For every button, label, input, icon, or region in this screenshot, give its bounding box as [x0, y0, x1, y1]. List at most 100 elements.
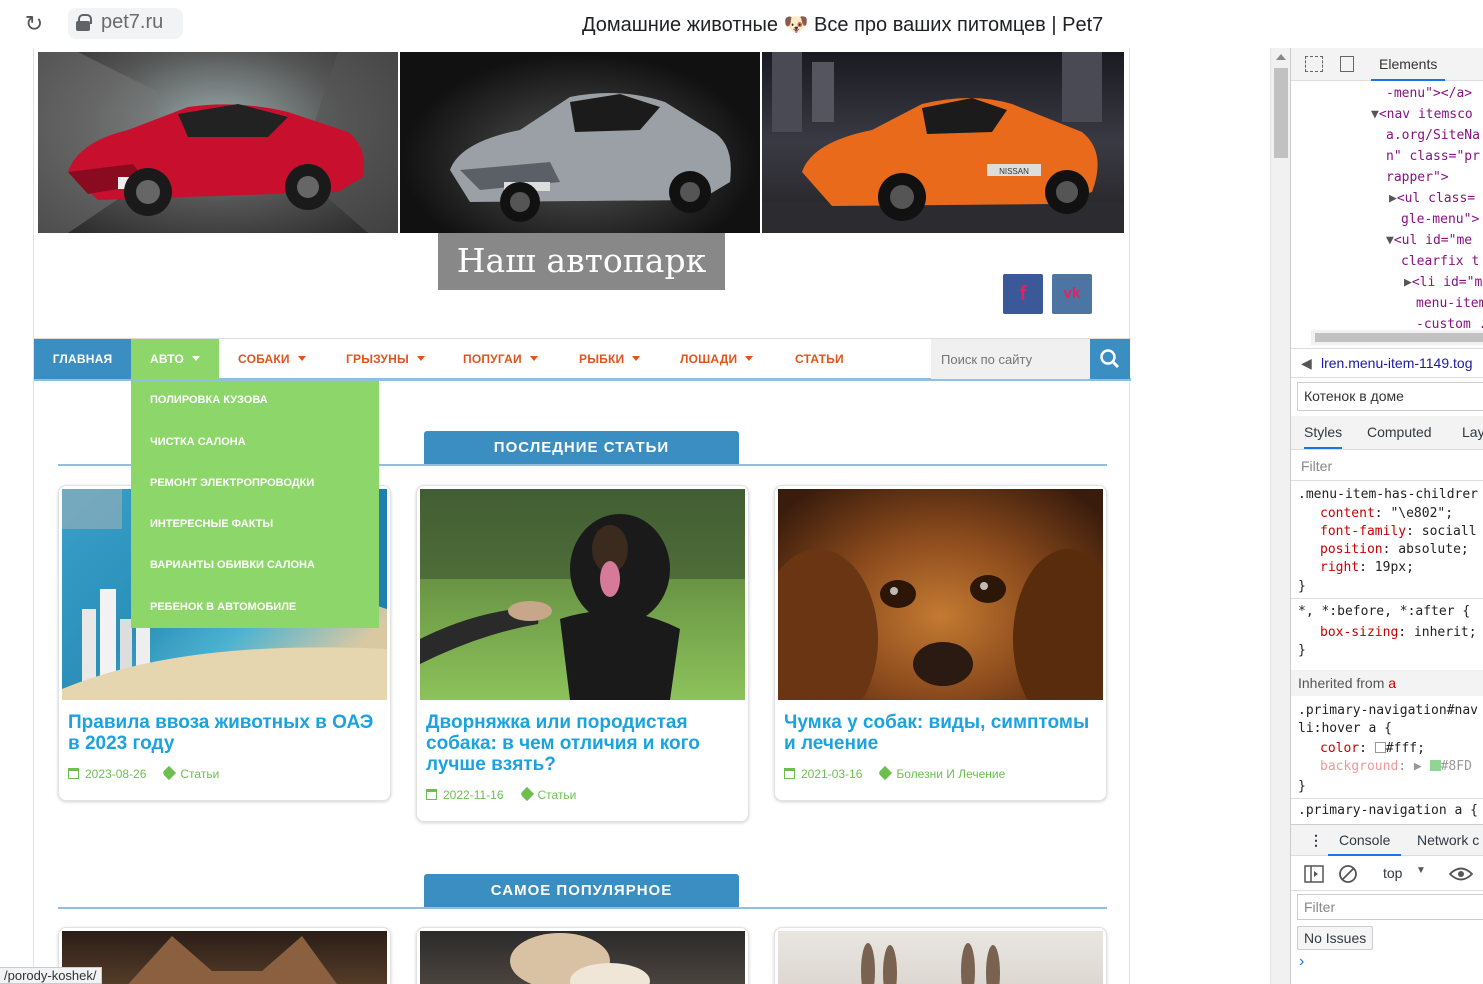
css-declaration[interactable]: right: 19px;: [1320, 559, 1414, 578]
dom-line[interactable]: ▶<li id="m: [1404, 273, 1482, 294]
chevron-down-icon[interactable]: ▼: [1416, 865, 1426, 876]
tab-console[interactable]: Console: [1328, 832, 1402, 856]
card-category[interactable]: Статьи: [538, 788, 577, 802]
devtools-panel: Elements -menu"></a> ▼<nav itemsco a.org…: [1290, 48, 1483, 984]
article-card[interactable]: [774, 927, 1107, 984]
styles-filter-input[interactable]: Filter: [1291, 452, 1483, 481]
eye-icon[interactable]: [1449, 866, 1473, 882]
inherited-element[interactable]: a: [1388, 675, 1396, 691]
collapse-arrow-icon[interactable]: ▶: [1404, 275, 1412, 290]
article-card[interactable]: Чумка у собак: виды, симптомы и лечение …: [774, 485, 1107, 801]
dom-line[interactable]: ▼<ul id="me: [1386, 231, 1472, 252]
article-card[interactable]: [58, 927, 391, 984]
dropdown-item[interactable]: Варианты обивки салона: [150, 555, 315, 575]
console-filter-input[interactable]: Filter: [1297, 894, 1483, 920]
tab-elements[interactable]: Elements: [1371, 48, 1446, 81]
css-declaration[interactable]: box-sizing: inherit;: [1320, 624, 1477, 643]
nav-fish[interactable]: Рыбки: [579, 339, 641, 379]
hscroll-thumb[interactable]: [1315, 333, 1483, 342]
css-declaration[interactable]: content: "\e802";: [1320, 505, 1453, 524]
article-card[interactable]: [416, 927, 749, 984]
card-category[interactable]: Статьи: [180, 767, 219, 781]
lock-icon[interactable]: [76, 14, 92, 31]
nav-home[interactable]: Главная: [34, 339, 131, 379]
dom-line[interactable]: gle-menu">: [1401, 210, 1479, 231]
css-selector[interactable]: *, *:before, *:after {: [1298, 603, 1470, 622]
tab-styles[interactable]: Styles: [1304, 424, 1343, 449]
css-declaration[interactable]: position: absolute;: [1320, 541, 1469, 560]
collapse-arrow-icon[interactable]: ▶: [1389, 191, 1397, 206]
nav-parrots[interactable]: Попугаи: [463, 339, 538, 379]
css-declaration[interactable]: font-family: sociall: [1320, 523, 1477, 542]
more-menu-icon[interactable]: ⋮: [1309, 832, 1323, 849]
card-category[interactable]: Болезни И Лечение: [896, 767, 1005, 781]
css-declaration[interactable]: color: #fff;: [1320, 740, 1425, 759]
card-date: 2021-03-16: [801, 767, 863, 781]
page-scrollbar[interactable]: [1270, 48, 1290, 984]
facebook-icon: f: [1019, 283, 1027, 305]
dom-line[interactable]: a.org/SiteNa: [1386, 126, 1480, 147]
dropdown-item[interactable]: Интересные факты: [150, 514, 273, 534]
dom-line[interactable]: clearfix t: [1401, 252, 1479, 273]
tab-computed[interactable]: Computed: [1367, 424, 1432, 440]
dom-breadcrumb[interactable]: ◀ lren.menu-item-1149.tog: [1291, 348, 1483, 378]
sidebar-toggle-icon[interactable]: [1304, 865, 1324, 883]
url-text[interactable]: pet7.ru: [101, 11, 163, 34]
latest-section-title: Последние статьи: [424, 431, 739, 464]
scroll-up-icon[interactable]: [1276, 54, 1286, 60]
reload-icon[interactable]: ↻: [20, 10, 48, 38]
console-prompt[interactable]: ›: [1299, 953, 1304, 971]
dom-search-input[interactable]: Котенок в доме: [1297, 382, 1483, 411]
tab-layout[interactable]: Lay: [1462, 424, 1483, 440]
device-toolbar-icon[interactable]: [1340, 56, 1354, 72]
card-title[interactable]: Дворняжка или породистая собака: в чем о…: [426, 712, 746, 775]
dropdown-item[interactable]: Ребенок в автомобиле: [150, 597, 296, 617]
issues-button[interactable]: No Issues: [1297, 926, 1374, 950]
tab-network[interactable]: Network c: [1417, 832, 1479, 848]
css-selector[interactable]: .menu-item-has-childrer: [1298, 486, 1478, 505]
expand-arrow-icon[interactable]: ▼: [1386, 233, 1394, 248]
article-card[interactable]: Дворняжка или породистая собака: в чем о…: [416, 485, 749, 822]
dom-line[interactable]: -menu"></a>: [1386, 84, 1472, 105]
nav-articles[interactable]: Статьи: [795, 339, 844, 379]
car-plate: NISSAN: [999, 167, 1029, 176]
css-selector[interactable]: li:hover a {: [1298, 720, 1392, 739]
chevron-left-icon[interactable]: ◀: [1301, 349, 1312, 377]
css-selector[interactable]: .primary-navigation a {: [1298, 802, 1478, 821]
dropdown-item[interactable]: Ремонт электропроводки: [150, 473, 314, 493]
context-selector[interactable]: top: [1383, 865, 1402, 881]
nav-auto[interactable]: Авто: [131, 339, 219, 379]
dom-hscrollbar[interactable]: [1311, 330, 1483, 345]
vk-button[interactable]: vk: [1052, 274, 1092, 314]
site-title[interactable]: Наш автопарк: [438, 241, 725, 280]
chevron-down-icon: [529, 356, 538, 361]
breadcrumb-text[interactable]: lren.menu-item-1149.tog: [1321, 355, 1472, 371]
page-title: Домашние животные 🐶 Все про ваших питомц…: [582, 14, 1104, 36]
dom-line[interactable]: menu-item: [1416, 294, 1483, 315]
facebook-button[interactable]: f: [1003, 274, 1043, 314]
dom-line[interactable]: ▶<ul class=: [1389, 189, 1475, 210]
card-title[interactable]: Правила ввоза животных в ОАЭ в 2023 году: [68, 712, 388, 754]
color-swatch-icon[interactable]: [1374, 742, 1386, 753]
dom-line[interactable]: ▼<nav itemsco: [1371, 105, 1473, 126]
nav-rodents[interactable]: Грызуны: [346, 339, 425, 379]
dom-line[interactable]: -custom .: [1416, 315, 1483, 330]
inspect-icon[interactable]: [1305, 56, 1323, 72]
dom-line[interactable]: n" class="pr: [1386, 147, 1480, 168]
scrollbar-thumb[interactable]: [1274, 68, 1288, 158]
dom-line[interactable]: rapper">: [1386, 168, 1449, 189]
dropdown-item[interactable]: Полировка кузова: [150, 390, 268, 410]
css-prop-value: absolute;: [1398, 542, 1469, 557]
dropdown-item[interactable]: Чистка салона: [150, 432, 246, 452]
clear-console-icon[interactable]: [1338, 864, 1358, 884]
nav-dogs[interactable]: Собаки: [238, 339, 306, 379]
css-selector[interactable]: .primary-navigation#nav: [1298, 702, 1478, 721]
search-button[interactable]: [1090, 339, 1130, 379]
css-declaration[interactable]: background: ▶ #8FD: [1320, 758, 1472, 777]
expand-arrow-icon[interactable]: ▼: [1371, 107, 1379, 122]
search-input[interactable]: [931, 339, 1090, 379]
card-title[interactable]: Чумка у собак: виды, симптомы и лечение: [784, 712, 1104, 754]
search-icon: [1100, 349, 1120, 369]
nav-horses[interactable]: Лошади: [680, 339, 754, 379]
color-swatch-icon[interactable]: [1429, 760, 1441, 771]
